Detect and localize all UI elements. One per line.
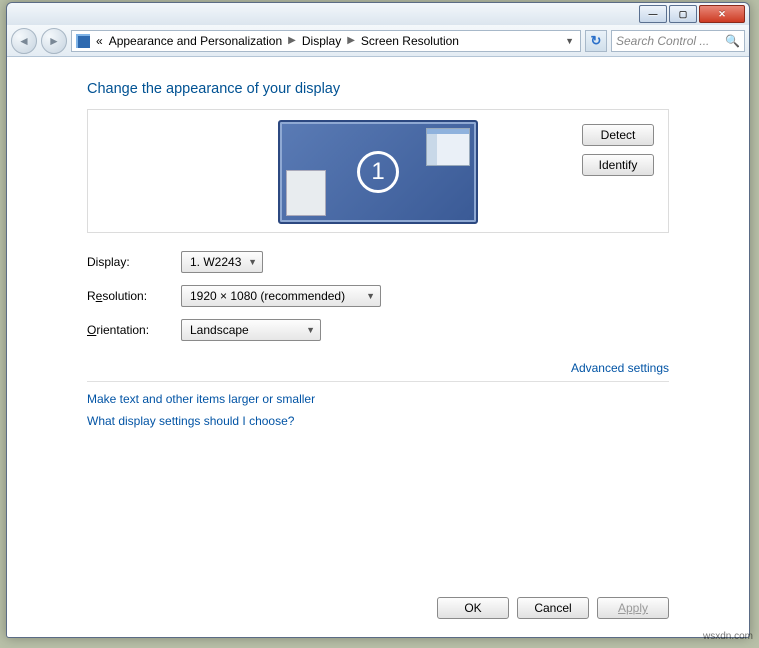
breadcrumb-display[interactable]: Display [302, 34, 341, 48]
action-buttons: OK Cancel Apply [7, 583, 749, 637]
minimize-button[interactable]: — [639, 5, 667, 23]
page-title: Change the appearance of your display [87, 81, 669, 97]
chevron-down-icon: ▼ [306, 325, 315, 335]
search-placeholder: Search Control ... [616, 34, 709, 48]
apply-button[interactable]: Apply [597, 597, 669, 619]
titlebar: — ▢ ✕ [7, 3, 749, 25]
window: — ▢ ✕ ◄ ► « Appearance and Personalizati… [6, 2, 750, 638]
ok-button[interactable]: OK [437, 597, 509, 619]
breadcrumb-screen-resolution[interactable]: Screen Resolution [361, 34, 459, 48]
search-icon: 🔍 [725, 34, 740, 48]
control-panel-icon [76, 34, 90, 48]
back-button[interactable]: ◄ [11, 28, 37, 54]
navbar: ◄ ► « Appearance and Personalization ▶ D… [7, 25, 749, 57]
close-button[interactable]: ✕ [699, 5, 745, 23]
crumb-prefix: « [96, 34, 103, 48]
monitor-thumbnail[interactable]: 1 [278, 120, 478, 224]
search-input[interactable]: Search Control ... 🔍 [611, 30, 745, 52]
window-icon [426, 128, 470, 166]
orientation-label: Orientation: [87, 323, 181, 337]
refresh-button[interactable]: ↻ [585, 30, 607, 52]
display-preview: 1 Detect Identify [87, 109, 669, 233]
help-link[interactable]: What display settings should I choose? [87, 414, 669, 428]
chevron-right-icon: ▶ [288, 35, 296, 46]
chevron-down-icon: ▼ [248, 257, 257, 267]
breadcrumb-appearance[interactable]: Appearance and Personalization [109, 34, 282, 48]
cancel-button[interactable]: Cancel [517, 597, 589, 619]
display-label: Display: [87, 255, 181, 269]
orientation-select[interactable]: Landscape ▼ [181, 319, 321, 341]
chevron-right-icon: ▶ [347, 35, 355, 46]
address-bar[interactable]: « Appearance and Personalization ▶ Displ… [71, 30, 581, 52]
orientation-select-value: Landscape [190, 323, 249, 337]
address-dropdown-icon[interactable]: ▼ [561, 36, 578, 46]
display-select-value: 1. W2243 [190, 255, 241, 269]
resolution-select-value: 1920 × 1080 (recommended) [190, 289, 345, 303]
settings-form: Display: 1. W2243 ▼ Resolution: 1920 × 10… [87, 251, 669, 341]
content-area: Change the appearance of your display 1 … [7, 57, 749, 583]
forward-button[interactable]: ► [41, 28, 67, 54]
monitor-number-badge: 1 [357, 151, 399, 193]
detect-button[interactable]: Detect [582, 124, 654, 146]
taskbar-icon [286, 170, 326, 216]
divider [87, 381, 669, 382]
identify-button[interactable]: Identify [582, 154, 654, 176]
text-size-link[interactable]: Make text and other items larger or smal… [87, 392, 669, 406]
watermark: wsxdn.com [703, 631, 753, 642]
advanced-settings-link[interactable]: Advanced settings [571, 361, 669, 375]
maximize-button[interactable]: ▢ [669, 5, 697, 23]
chevron-down-icon: ▼ [366, 291, 375, 301]
display-select[interactable]: 1. W2243 ▼ [181, 251, 263, 273]
resolution-label: Resolution: [87, 289, 181, 303]
resolution-select[interactable]: 1920 × 1080 (recommended) ▼ [181, 285, 381, 307]
